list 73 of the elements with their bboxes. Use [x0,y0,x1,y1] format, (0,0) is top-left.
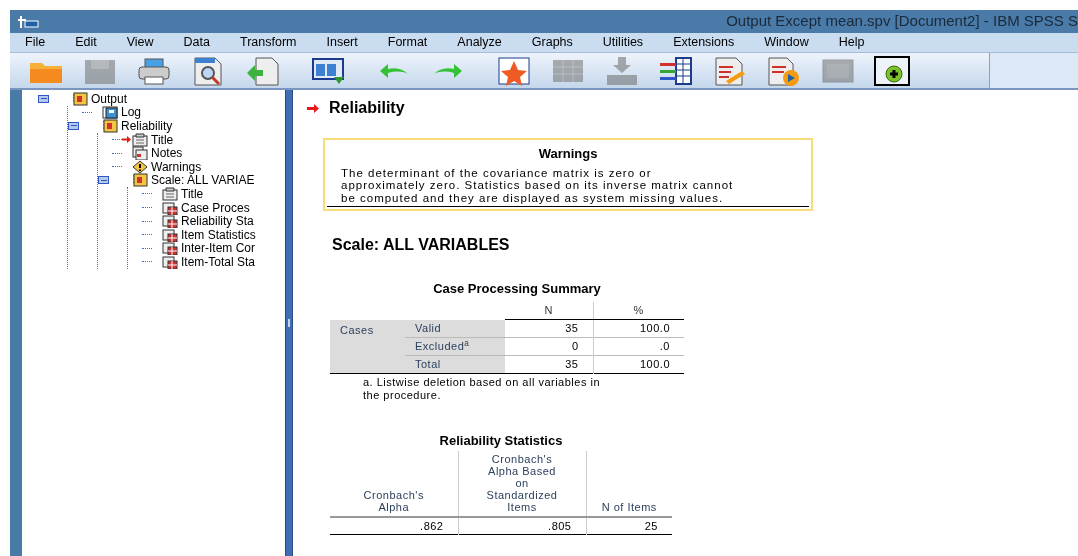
outline-item[interactable]: Output [91,92,128,105]
table-title: Reliability Statistics [438,432,564,450]
plus-circle-icon[interactable] [874,54,910,87]
menu-item[interactable]: Edit [66,33,106,52]
outline-item[interactable]: Case Proces [181,201,250,214]
outline-item[interactable]: Item-Total Sta [181,255,256,268]
book-icon [102,119,118,133]
collapse-icon[interactable] [98,176,109,185]
outline-item[interactable]: Item Statistics [181,228,256,241]
column-header: N [505,301,593,320]
row-group-header: Cases [330,319,405,374]
document-pencil-icon[interactable] [712,54,748,87]
table-cell: 100.0 [593,355,684,374]
collapse-icon[interactable] [38,94,49,103]
table-footnote: a. Listwise deletion based on all variables in the procedure. [363,376,602,401]
table-icon [162,227,178,242]
outline-item[interactable]: Reliability [121,120,173,132]
list-table-icon[interactable] [658,54,694,87]
menu-item[interactable]: Analyze [448,33,511,52]
table-icon [162,241,178,256]
table-cell: .0 [593,337,684,356]
table-cell: 35 [505,355,593,374]
document-icon [132,132,148,147]
window-title: Output Except mean.spv [Document2] - IBM SPSS S [726,11,1078,32]
outline-item[interactable]: Reliability Sta [181,215,254,228]
collapse-icon[interactable] [68,122,79,130]
menu-item[interactable]: File [16,33,55,52]
menu-item[interactable]: Utilities [593,33,653,52]
table-icon [162,254,178,269]
outline-item[interactable]: Title [181,187,204,200]
outline-item[interactable]: Warnings [151,160,202,173]
outline-item[interactable]: Notes [151,147,183,160]
outline-item[interactable]: Title [151,133,174,146]
outline-item[interactable]: Log [121,106,142,119]
menu-item[interactable]: Graphs [522,33,582,52]
table-cell: .805 [458,516,586,535]
table-cell: 100.0 [593,319,684,338]
table-title: Warnings [537,145,599,163]
menu-item[interactable]: Help [829,33,874,52]
column-header: % [593,301,684,320]
document-icon [162,186,178,201]
menu-item[interactable]: Window [755,33,818,52]
log-icon [102,105,118,120]
table-icon [162,214,178,229]
row-header: Valid [405,319,505,338]
menu-item[interactable]: Insert [317,33,367,52]
table-icon [162,200,178,215]
app-icon [18,14,40,29]
column-header: Cronbach's Alpha [330,450,458,517]
warning-text: The determinant of the covariance matrix is zero or approximately zero. Statistics based on its inverse matrix cannot be computed and they are displayed as system missing values. [327,166,809,207]
menu-item[interactable]: Transform [231,33,306,52]
notes-icon [132,146,148,161]
section-heading: Scale: ALL VARIABLES [332,235,511,255]
table-title: Case Processing Summary [432,280,602,298]
book-icon [132,173,148,188]
menu-item[interactable]: Extensions [664,33,744,52]
table-cell: 25 [586,516,672,535]
document-play-icon[interactable] [766,54,802,87]
table-cell: 0 [505,337,593,356]
table-cell: 35 [505,319,593,338]
outline-item[interactable]: Scale: ALL VARIAE [151,174,255,187]
column-header: N of Items [586,450,672,517]
table-cell: .862 [330,516,458,535]
menu-item[interactable]: Format [378,33,437,52]
warning-icon [132,159,148,174]
menu-item[interactable]: View [117,33,163,52]
menu-item[interactable]: Data [174,33,219,52]
star-table-icon[interactable] [496,54,532,87]
outline-item[interactable]: Inter-Item Cor [181,242,255,255]
column-header: Cronbach's Alpha Based on Standardized Items [458,450,586,517]
arrow-icon [307,103,319,113]
section-heading: Reliability [329,98,405,118]
book-icon [72,91,88,106]
